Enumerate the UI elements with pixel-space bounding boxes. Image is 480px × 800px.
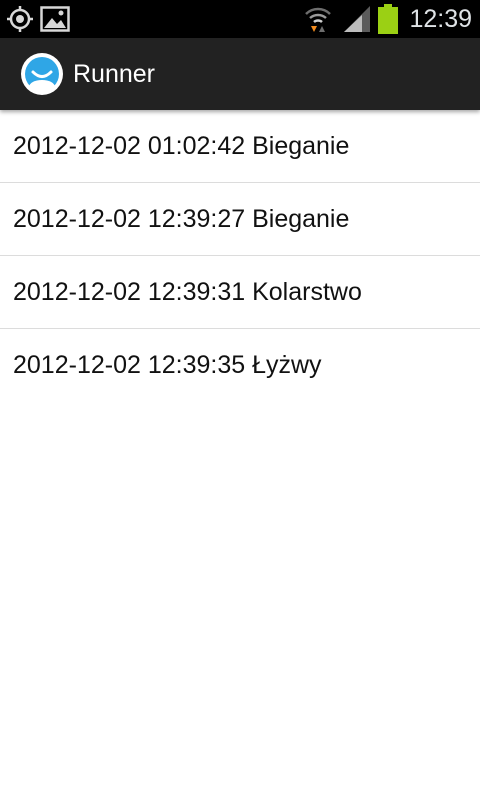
list-item[interactable]: 2012-12-02 12:39:27 Bieganie [0,183,480,256]
gallery-icon [40,0,70,38]
action-bar: Runner [0,38,480,110]
status-bar: 12:39 [0,0,480,38]
list-item[interactable]: 2012-12-02 01:02:42 Bieganie [0,110,480,183]
gps-icon [6,0,34,38]
signal-icon [342,0,372,38]
status-time: 12:39 [409,5,472,33]
runner-app-icon[interactable] [20,52,64,96]
list-item[interactable]: 2012-12-02 12:39:35 Łyżwy [0,329,480,401]
battery-icon [378,0,398,38]
app-title: Runner [73,60,155,88]
activity-list: 2012-12-02 01:02:42 Bieganie 2012-12-02 … [0,110,480,401]
list-item[interactable]: 2012-12-02 12:39:31 Kolarstwo [0,256,480,329]
wifi-icon [304,0,332,38]
